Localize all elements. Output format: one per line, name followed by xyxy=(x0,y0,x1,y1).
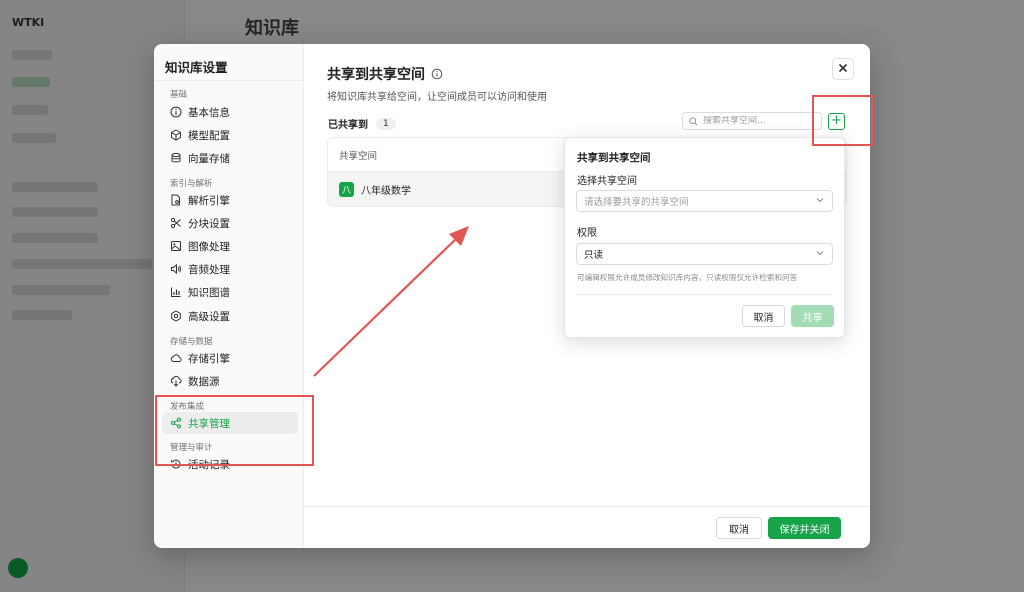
annotation-arrow-icon xyxy=(313,226,469,377)
